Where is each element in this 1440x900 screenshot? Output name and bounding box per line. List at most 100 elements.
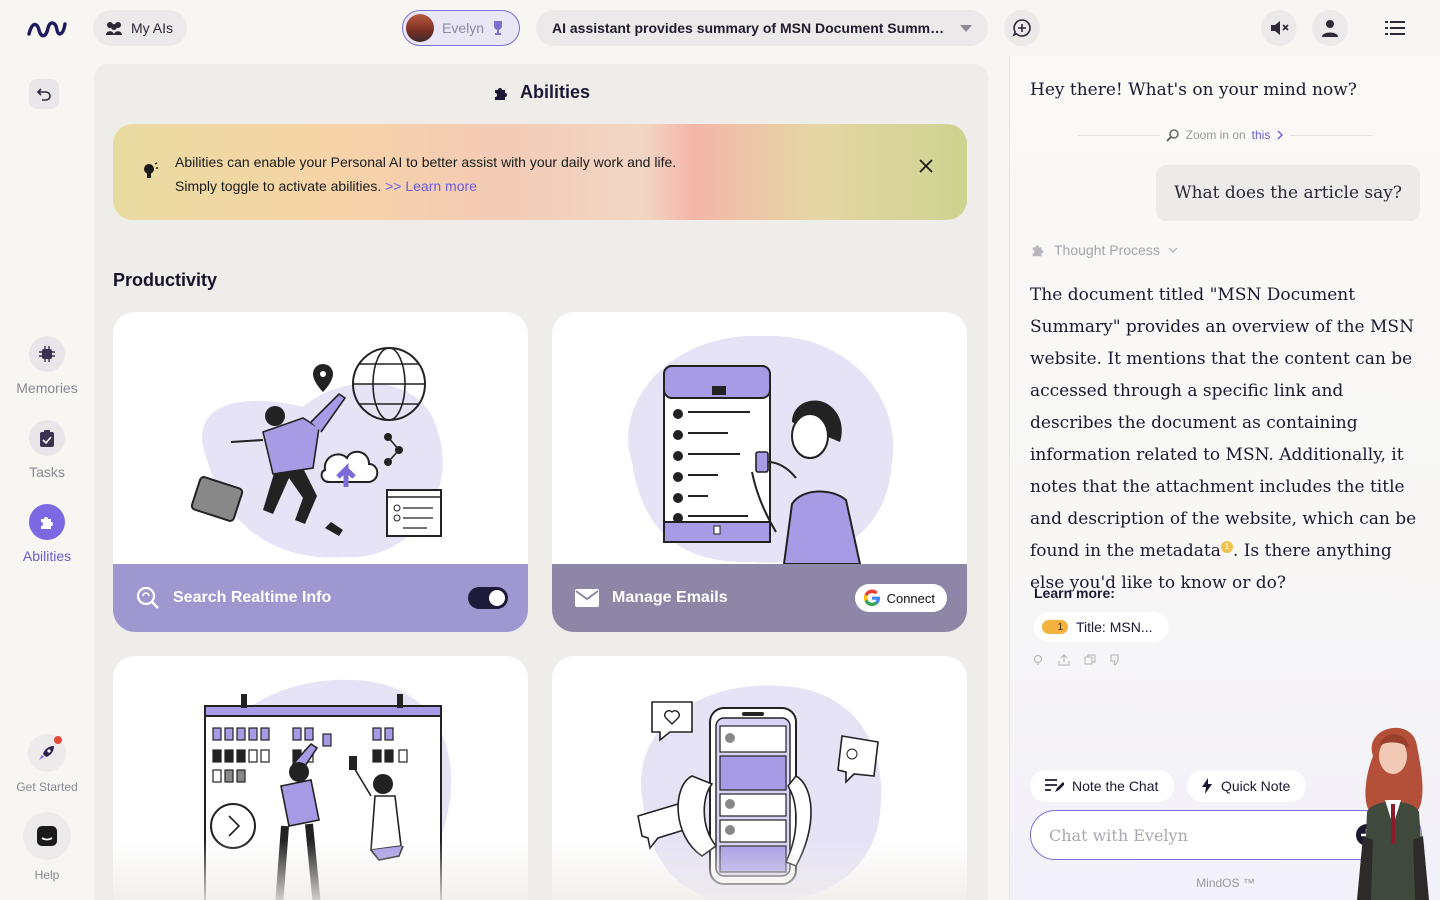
banner-line1: Abilities can enable your Personal AI to… [175,154,677,170]
magnifier-icon [1165,129,1179,142]
rocket-icon [28,734,66,772]
card-title: Search Realtime Info [173,589,332,606]
google-icon [863,589,880,607]
clipboard-icon [29,420,65,456]
puzzle-icon [494,87,507,100]
search-illustration [190,347,443,558]
chat-plus-icon [1012,19,1031,37]
learn-more-link[interactable]: >> Learn more [385,178,477,194]
trophy-icon [494,21,503,35]
card-footer: Search Realtime Info [113,564,528,632]
menu-button[interactable] [1377,10,1413,46]
banner-line2: Simply toggle to activate abilities. >> … [175,174,676,198]
ability-toggle[interactable] [468,587,508,609]
persona-avatar [406,14,434,42]
mute-button[interactable] [1261,10,1297,46]
zoom-link[interactable]: this [1252,128,1271,142]
ability-card-emails[interactable]: Manage Emails Connect [552,312,967,632]
evelyn-avatar-figure[interactable] [1343,716,1439,900]
get-started-label: Get Started [16,780,78,794]
note-the-chat-button[interactable]: Note the Chat [1030,770,1175,802]
help-label: Help [34,868,60,882]
chevron-down-icon [1168,247,1178,253]
learn-more-label: Learn more: [1034,585,1115,601]
page-title: Abilities [94,82,988,103]
left-rail: Memories Tasks Abilities Get Started Hel… [0,56,94,900]
zoom-in-divider: Zoom in on this [1078,128,1372,142]
assistant-greeting: Hey there! What's on your mind now? [1030,80,1357,100]
speaker-muted-icon [1271,21,1289,35]
mindos-logo[interactable] [26,16,68,40]
email-illustration [628,335,894,564]
close-icon[interactable] [917,157,935,175]
chip-icon [29,336,65,372]
nav-memories[interactable]: Memories [0,336,94,396]
mail-icon [575,589,599,607]
source-chip[interactable]: 1 Title: MSN... [1034,612,1169,642]
citation-badge[interactable]: 1 [1220,541,1233,554]
list-icon [1385,21,1405,35]
puzzle-icon [1032,245,1044,257]
banner-line2-text: Simply toggle to activate abilities. [175,178,382,194]
info-banner: Abilities can enable your Personal AI to… [113,124,967,220]
divider-line [1078,134,1160,136]
user-message: What does the article say? [1156,165,1420,221]
nav-memories-label: Memories [16,380,78,396]
conversation-selector[interactable]: AI assistant provides summary of MSN Doc… [536,10,988,46]
profile-button[interactable] [1312,10,1348,46]
ability-card-search[interactable]: Search Realtime Info [113,312,528,632]
section-title: Productivity [113,270,218,290]
divider-line [1290,134,1372,136]
puzzle-icon [29,504,65,540]
chat-panel: Hey there! What's on your mind now? Zoom… [1009,56,1440,900]
nav-tasks-label: Tasks [29,464,65,480]
message-actions [1032,654,1122,666]
page-title-label: Abilities [519,82,590,102]
share-icon[interactable] [1058,654,1070,666]
connect-label: Connect [886,590,935,606]
nav-abilities[interactable]: Abilities [0,504,94,564]
copy-icon[interactable] [1084,654,1096,666]
assistant-answer: The document titled "MSN Document Summar… [1030,279,1422,599]
get-started-button[interactable]: Get Started [0,734,94,794]
thumbs-down-icon[interactable] [1110,654,1122,666]
nav-tasks[interactable]: Tasks [0,420,94,480]
group-icon [106,22,122,35]
scroll-fade [94,840,988,900]
source-title: Title: MSN... [1076,619,1153,635]
lightning-icon [1202,778,1212,794]
answer-text: The document titled "MSN Document Summar… [1030,285,1417,561]
undo-icon [36,88,51,101]
zoom-prefix: Zoom in on [1185,128,1246,142]
abilities-panel: Abilities Abilities can enable your Pers… [94,64,988,900]
source-badge: 1 [1042,620,1068,634]
note-the-chat-label: Note the Chat [1072,778,1159,794]
lightbulb-icon [144,162,158,178]
user-icon [1322,20,1338,37]
search-globe-icon [136,586,159,609]
notification-dot [54,736,62,744]
help-chat-icon [23,812,71,860]
help-button[interactable]: Help [0,812,94,882]
my-ais-label: My AIs [131,20,174,36]
chat-input-placeholder: Chat with Evelyn [1049,825,1188,845]
new-chat-button[interactable] [1004,10,1040,46]
connect-button[interactable]: Connect [854,584,947,612]
card-title: Manage Emails [612,589,728,606]
card-footer: Manage Emails Connect [552,564,967,632]
edit-list-icon [1045,779,1064,792]
conversation-title: AI assistant provides summary of MSN Doc… [552,20,946,36]
back-button[interactable] [29,79,59,109]
chevron-down-icon [960,24,972,32]
bulb-icon[interactable] [1032,654,1044,666]
nav-abilities-label: Abilities [22,548,72,564]
persona-selector[interactable]: Evelyn [402,10,520,46]
my-ais-button[interactable]: My AIs [93,10,188,46]
thought-label: Thought Process [1054,242,1160,258]
top-bar: My AIs Evelyn AI assistant provides summ… [0,0,1440,56]
quick-note-button[interactable]: Quick Note [1187,770,1307,802]
quick-note-label: Quick Note [1221,778,1291,794]
banner-text: Abilities can enable your Personal AI to… [175,150,676,198]
chevron-right-icon [1277,130,1284,140]
thought-process-toggle[interactable]: Thought Process [1030,242,1178,258]
